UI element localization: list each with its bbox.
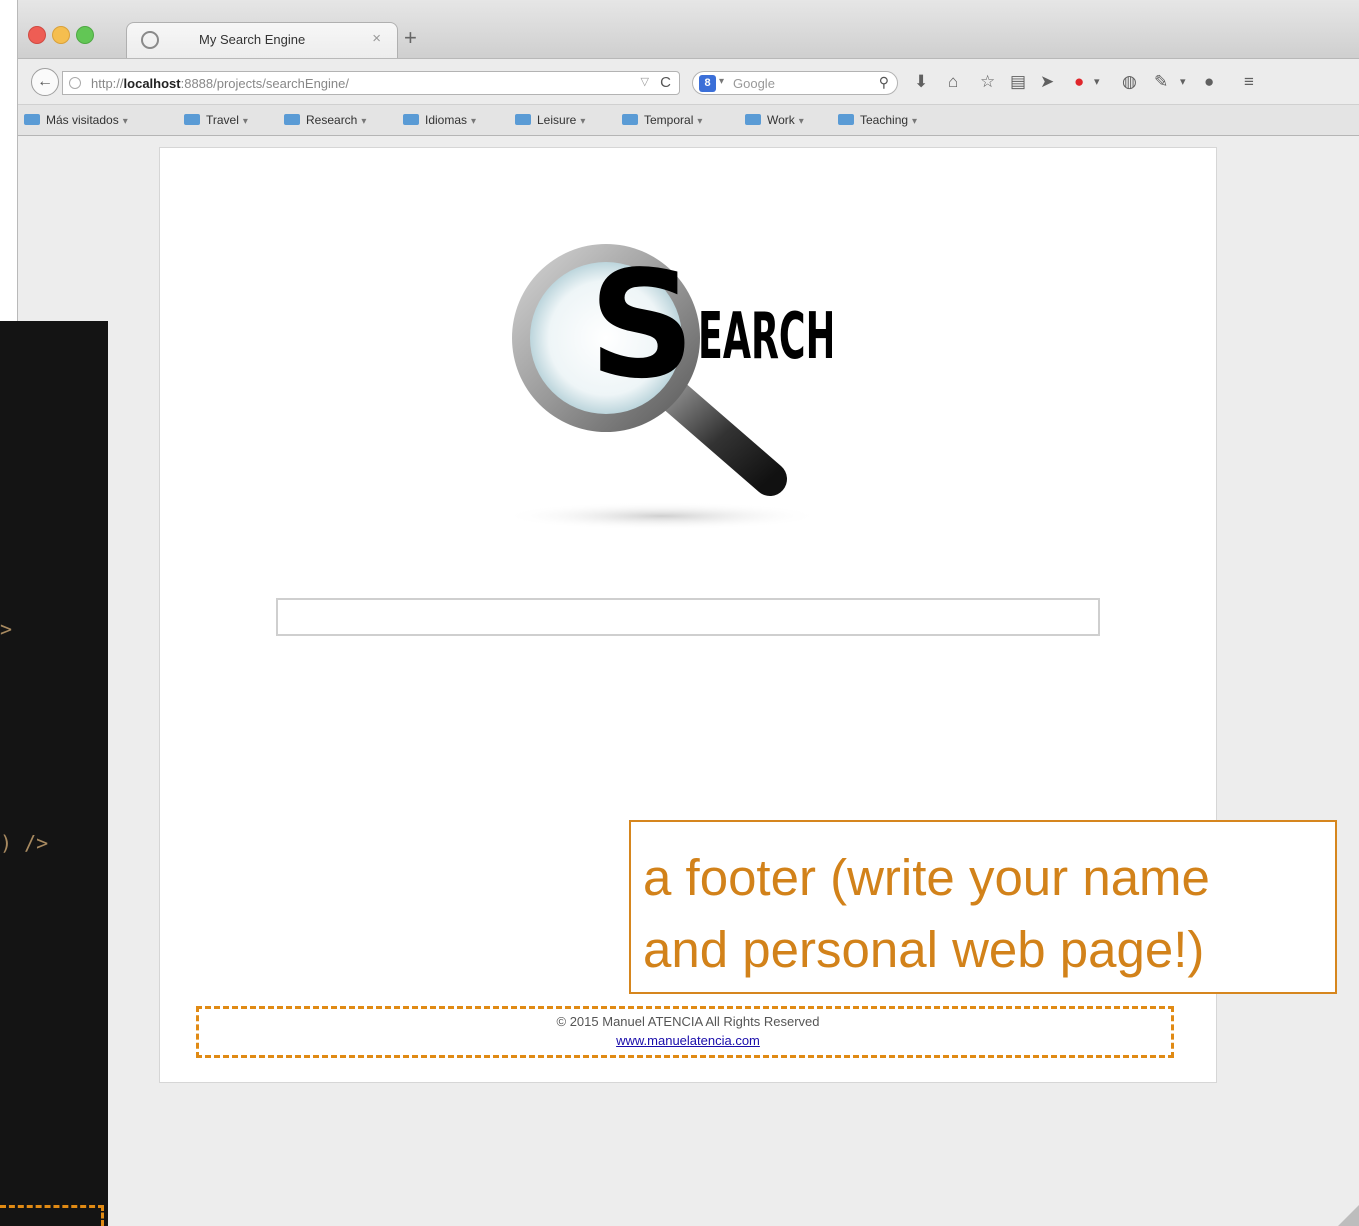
folder-icon	[622, 114, 638, 125]
chevron-down-icon: ▾	[471, 116, 477, 127]
chat-icon[interactable]: ●	[1204, 72, 1214, 92]
chevron-down-icon[interactable]: ▾	[1180, 72, 1186, 92]
close-window-button[interactable]	[28, 26, 46, 44]
download-icon[interactable]: ⬇	[914, 72, 928, 92]
bookmark-work[interactable]: Work ▾	[745, 113, 804, 127]
tab-my-search-engine[interactable]: My Search Engine ×	[126, 22, 398, 59]
navigation-toolbar: ← http://localhost:8888/projects/searchE…	[18, 58, 1359, 105]
bookmarks-toolbar: Más visitados ▾ Travel ▾ Research ▾ Idiomas…	[18, 104, 1359, 136]
adblock-icon[interactable]: ●	[1074, 72, 1084, 92]
bookmark-label: Temporal	[644, 113, 694, 127]
code-highlight-box-edge	[101, 1205, 104, 1226]
url-host: localhost	[123, 76, 181, 91]
search-input[interactable]	[276, 598, 1100, 636]
chevron-down-icon: ▾	[122, 116, 128, 127]
chevron-down-icon[interactable]: ▾	[1094, 72, 1100, 92]
bookmark-label: Work	[767, 113, 795, 127]
callout-line-1: a footer (write your name	[643, 849, 1210, 906]
url-bar[interactable]: http://localhost:8888/projects/searchEng…	[62, 71, 680, 95]
bookmark-star-icon[interactable]: ☆	[980, 72, 995, 92]
home-icon[interactable]: ⌂	[948, 72, 958, 92]
folder-icon	[745, 114, 761, 125]
folder-icon	[515, 114, 531, 125]
tab-title: My Search Engine	[199, 32, 306, 47]
globe-icon	[141, 31, 159, 49]
menu-icon[interactable]: ≡	[1244, 72, 1254, 92]
bookmark-label: Travel	[206, 113, 239, 127]
search-icon[interactable]: ⚲	[879, 74, 889, 91]
url-scheme: http://	[91, 76, 124, 91]
folder-icon	[24, 114, 40, 125]
url-path: :8888/projects/searchEngine/	[180, 76, 349, 91]
logo-letter: S	[589, 239, 696, 411]
plugin-icon[interactable]: ✎	[1154, 72, 1168, 92]
code-editor-overlay: > ) />	[0, 321, 108, 1226]
callout-line-2: and personal web page!)	[643, 921, 1205, 978]
code-fragment: >	[0, 617, 13, 641]
chevron-down-icon: ▾	[912, 116, 918, 127]
extension-icon[interactable]: ◍	[1122, 72, 1137, 92]
search-logo: S EARCH	[502, 239, 832, 530]
chevron-down-icon: ▾	[361, 116, 367, 127]
code-fragment: ) />	[0, 831, 49, 855]
folder-icon	[184, 114, 200, 125]
bookmark-leisure[interactable]: Leisure ▾	[515, 113, 585, 127]
arrow-left-icon: ←	[37, 73, 53, 90]
new-tab-button[interactable]: +	[404, 27, 417, 49]
bookmark-teaching[interactable]: Teaching ▾	[838, 113, 917, 127]
zoom-window-button[interactable]	[76, 26, 94, 44]
url-text: http://localhost:8888/projects/searchEng…	[91, 76, 349, 91]
search-placeholder: Google	[733, 76, 775, 91]
bookmark-label: Research	[306, 113, 358, 127]
logo-shadow	[502, 502, 822, 530]
folder-icon	[403, 114, 419, 125]
bookmark-most-visited[interactable]: Más visitados ▾	[24, 113, 128, 127]
resize-grip-icon[interactable]	[1338, 1204, 1359, 1226]
bookmark-label: Más visitados	[46, 113, 119, 127]
logo-text: EARCH	[698, 300, 832, 374]
chevron-down-icon[interactable]: ▾	[719, 76, 724, 87]
browser-search-bar[interactable]: 8 ▾ Google ⚲	[692, 71, 898, 95]
folder-icon	[284, 114, 300, 125]
site-identity-icon	[69, 77, 81, 89]
tab-close-button[interactable]: ×	[372, 30, 381, 47]
send-icon[interactable]: ➤	[1040, 72, 1054, 92]
chevron-down-icon: ▾	[242, 116, 248, 127]
tab-bar: My Search Engine × +	[18, 0, 1359, 59]
chevron-down-icon: ▾	[580, 116, 586, 127]
bookmark-travel[interactable]: Travel ▾	[184, 113, 248, 127]
url-history-dropdown-icon[interactable]: ▽	[641, 75, 649, 88]
annotation-callout: a footer (write your name and personal w…	[629, 820, 1337, 994]
minimize-window-button[interactable]	[52, 26, 70, 44]
google-plus-icon[interactable]: 8	[699, 75, 716, 92]
footer-highlight-box	[196, 1006, 1174, 1058]
bookmark-label: Teaching	[860, 113, 909, 127]
clipboard-icon[interactable]: ▤	[1010, 72, 1026, 92]
bookmark-label: Idiomas	[425, 113, 468, 127]
bookmark-research[interactable]: Research ▾	[284, 113, 366, 127]
folder-icon	[838, 114, 854, 125]
bookmark-label: Leisure	[537, 113, 577, 127]
reload-icon[interactable]: C	[660, 74, 671, 91]
bookmark-temporal[interactable]: Temporal ▾	[622, 113, 702, 127]
chevron-down-icon: ▾	[798, 116, 804, 127]
chevron-down-icon: ▾	[697, 116, 703, 127]
bookmark-idiomas[interactable]: Idiomas ▾	[403, 113, 476, 127]
code-highlight-box	[0, 1205, 104, 1208]
back-button[interactable]: ←	[31, 68, 59, 96]
